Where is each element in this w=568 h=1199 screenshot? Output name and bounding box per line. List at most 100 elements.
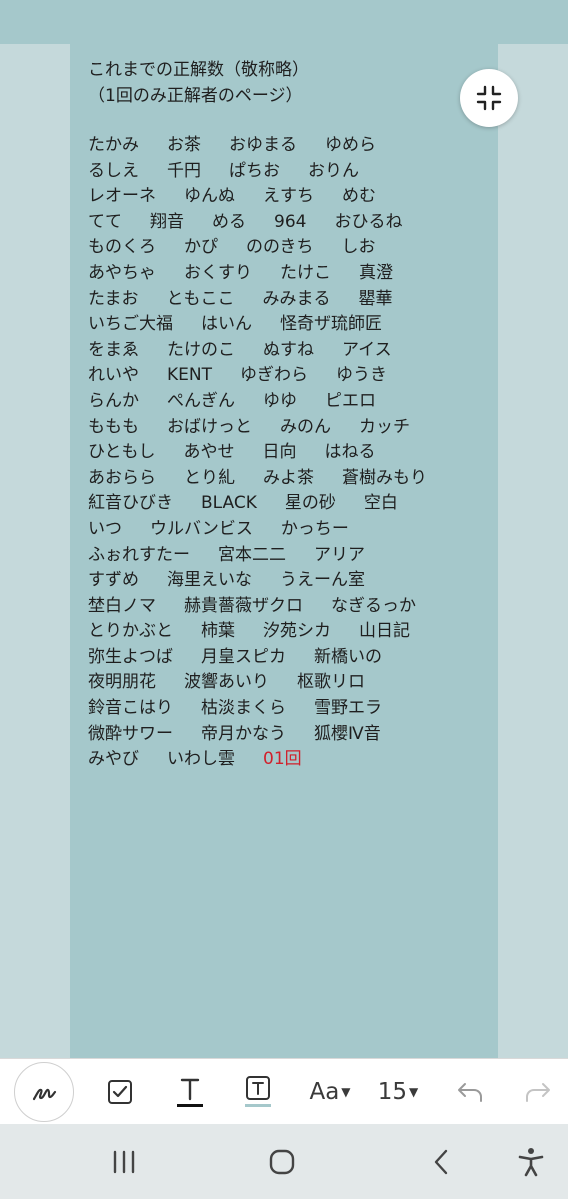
edit-toolbar: Aa ▼ 15 ▼ [0,1058,568,1125]
name-entry: ぬすね [263,339,314,360]
name-row: 夜明朋花 波響あいり 枢歌リロ [88,670,488,696]
name-row: 紅音ひびき BLACK 星の砂 空白 [88,491,488,517]
name-entry: れいや [88,365,139,386]
name-entry: カッチ [359,416,410,437]
name-row: すずめ 海里えいな うえーん室 [88,568,488,594]
name-entry: 枢歌リロ [297,672,365,693]
name-entry: 翔音 [150,211,184,232]
left-margin [0,44,70,1058]
name-entry: 新橋いの [314,646,382,667]
name-entry: をまゑ [88,339,139,360]
name-entry: みみまる [262,288,331,309]
name-entry: みよ茶 [263,467,314,488]
name-entry: とりかぶと [88,621,173,642]
name-entry: ゆぎわら [240,365,308,386]
name-entry: 千円 [167,160,201,181]
name-entry: あやちゃ [88,262,156,283]
redo-button[interactable] [518,1059,558,1125]
name-entry: ふぉれすたー [88,544,190,565]
name-entry: らんか [88,390,139,411]
name-entry: みのん [280,416,331,437]
name-entry: 山日記 [359,621,410,642]
name-row: れいや KENT ゆぎわら ゆうき [88,363,488,389]
text-color-icon [177,1078,203,1107]
name-entry: 夜明朋花 [88,672,156,693]
name-row: みやび いわし雲 01回 [88,747,488,773]
name-entry: 星の砂 [284,493,336,514]
name-entry: みやび [88,749,139,770]
undo-button[interactable] [450,1059,490,1125]
name-entry: いちご大福 [88,314,173,335]
back-icon [434,1149,448,1174]
undo-icon [458,1083,482,1102]
name-entry: める [212,211,246,232]
name-entry: ゆうき [336,365,387,386]
pen-icon [32,1088,57,1101]
text-background-icon [245,1076,271,1107]
name-entry: 怪奇ザ琉師匠 [280,314,382,335]
name-entry: 964 [274,211,307,232]
name-entry: 宮本二二 [218,544,286,565]
name-row: たかみ お茶 おゆまる ゆめら [88,133,488,159]
name-entry: おくすり [184,262,252,283]
text-color-button[interactable] [170,1059,210,1125]
pen-tool-button[interactable] [14,1059,74,1125]
name-entry: おゆまる [229,135,297,155]
name-row: いちご大福 はいん 怪奇ザ琉師匠 [88,312,488,338]
font-style-label: Aa [309,1079,340,1105]
name-entry: おりん [308,160,359,181]
name-entry: ともここ [166,288,235,309]
name-entry: えすち [263,186,314,207]
name-entry: 月皇スピカ [201,646,286,667]
name-row: 微酔サワー 帝月かなう 狐櫻Ⅳ音 [88,722,488,748]
name-entry: 弥生よつば [88,646,173,667]
name-entry: なぎるっか [331,595,416,616]
name-entry: はいん [201,314,252,335]
collapse-button[interactable] [460,69,518,127]
name-entry: ひともし [88,442,156,463]
name-entry: 紅音ひびき [88,493,173,514]
name-row: いつ ウルバンビス かっちー [88,517,488,543]
font-style-button[interactable]: Aa ▼ [300,1059,360,1125]
name-row: ふぉれすたー 宮本二二 アリア [88,543,488,569]
name-entry: 埜白ノマ [88,595,156,616]
name-entry: 汐苑シカ [263,621,331,642]
name-entry: おひるね [334,211,403,232]
name-entry: 赫貴薔薇ザクロ [184,595,303,616]
name-entry: うえーん室 [280,570,365,591]
back-button[interactable] [422,1124,462,1199]
name-row: あおらら とり糺 みよ茶 蒼樹みもり [88,466,488,492]
name-row: あやちゃ おくすり たけこ 真澄 [88,261,488,287]
name-entry: 雪野エラ [314,698,382,719]
home-icon [269,1149,295,1174]
name-entry: アイス [342,339,392,360]
home-button[interactable] [262,1124,302,1199]
name-list: たかみ お茶 おゆまる ゆめら るしえ 千円 ぱちお おりん レオーネ ゆんぬ えすち めむ てて 翔音 め… [88,133,488,773]
name-entry: たかみ [88,135,139,155]
name-row: 鈴音こはり 枯淡まくら 雪野エラ [88,696,488,722]
name-entry: 帝月かなう [201,723,286,744]
checkbox-button[interactable] [100,1059,140,1125]
text-background-button[interactable] [238,1059,278,1125]
font-size-button[interactable]: 15 ▼ [372,1059,424,1125]
accessibility-button[interactable] [511,1124,551,1199]
name-entry: ウルバンビス [150,518,253,539]
name-entry: すずめ [88,570,139,591]
name-entry: 海里えいな [167,570,252,591]
name-entry: ゆんぬ [184,186,235,207]
recent-apps-button[interactable] [104,1124,144,1199]
name-entry: 微酔サワー [88,723,173,744]
name-row: るしえ 千円 ぱちお おりん [88,159,488,185]
right-margin [498,44,568,1058]
name-entry: レオーネ [88,186,156,207]
name-entry: ゆめら [325,135,376,155]
font-size-label: 15 [377,1079,408,1105]
caret-down-icon: ▼ [341,1085,351,1099]
name-entry: ももも [88,416,139,437]
caret-down-icon: ▼ [409,1085,419,1099]
name-entry: ゆゆ [263,390,297,411]
name-row: ももも おばけっと みのん カッチ [88,415,488,441]
name-row: らんか ぺんぎん ゆゆ ピエロ [88,389,488,415]
name-entry: あやせ [183,442,235,463]
name-entry: 真澄 [359,262,393,283]
